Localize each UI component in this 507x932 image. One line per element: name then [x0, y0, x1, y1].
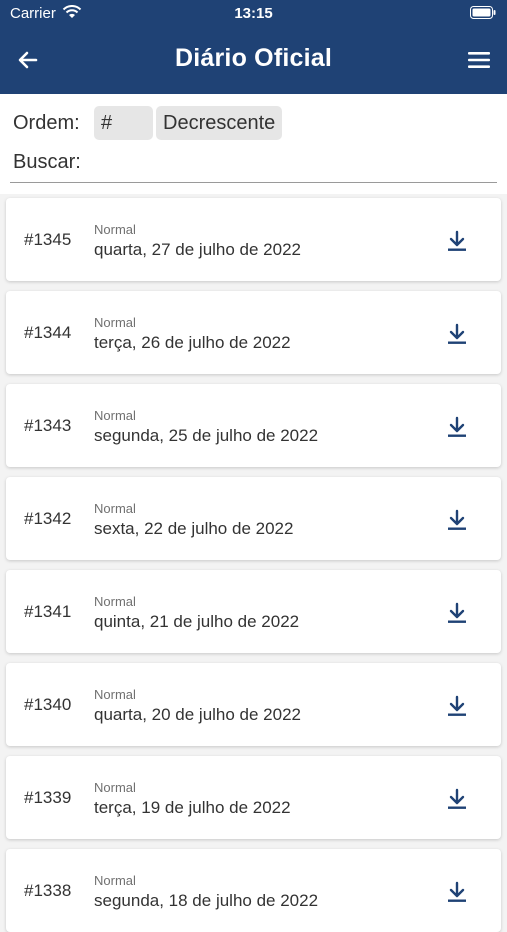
- edition-number: #1343: [24, 416, 72, 435]
- app-bar: Carrier 13:15 Diário Oficial: [0, 0, 507, 94]
- page-title: Diário Oficial: [174, 44, 332, 72]
- order-direction-select[interactable]: Decrescente: [156, 106, 283, 140]
- order-field-select[interactable]: #: [94, 106, 153, 140]
- edition-number: #1342: [24, 509, 72, 528]
- edition-number: #1338: [24, 881, 72, 900]
- status-bar: Carrier 13:15: [0, 0, 507, 28]
- edition-date: terça, 26 de julho de 2022: [94, 333, 291, 352]
- list-item[interactable]: #1343 Normal segunda, 25 de julho de 202…: [6, 384, 501, 467]
- clock: 13:15: [234, 5, 273, 22]
- download-icon[interactable]: [446, 602, 468, 624]
- download-icon[interactable]: [446, 230, 468, 252]
- search-underline: [10, 182, 497, 183]
- edition-number: #1339: [24, 788, 72, 807]
- search-label: Buscar:: [13, 151, 81, 173]
- download-icon[interactable]: [446, 323, 468, 345]
- edition-type: Normal: [94, 315, 136, 330]
- edition-date: quarta, 20 de julho de 2022: [94, 705, 302, 724]
- edition-number: #1341: [24, 602, 72, 621]
- edition-type: Normal: [94, 780, 136, 795]
- edition-date: quinta, 21 de julho de 2022: [94, 612, 300, 631]
- download-icon[interactable]: [446, 509, 468, 531]
- edition-type: Normal: [94, 222, 136, 237]
- list-item[interactable]: #1342 Normal sexta, 22 de julho de 2022: [6, 477, 501, 560]
- edition-date: quarta, 27 de julho de 2022: [94, 240, 302, 259]
- list-item[interactable]: #1338 Normal segunda, 18 de julho de 202…: [6, 849, 501, 932]
- list-item[interactable]: #1345 Normal quarta, 27 de julho de 2022: [6, 198, 501, 281]
- edition-number: #1345: [24, 230, 72, 249]
- edition-number: #1340: [24, 695, 72, 714]
- edition-date: terça, 19 de julho de 2022: [94, 798, 291, 817]
- list-item[interactable]: #1341 Normal quinta, 21 de julho de 2022: [6, 570, 501, 653]
- filter-panel: Ordem: # Decrescente Buscar:: [0, 94, 507, 194]
- edition-date: segunda, 18 de julho de 2022: [94, 891, 319, 910]
- edition-type: Normal: [94, 594, 136, 609]
- download-icon[interactable]: [446, 416, 468, 438]
- list-item[interactable]: #1340 Normal quarta, 20 de julho de 2022: [6, 663, 501, 746]
- list-item[interactable]: #1344 Normal terça, 26 de julho de 2022: [6, 291, 501, 374]
- edition-type: Normal: [94, 408, 136, 423]
- search-input[interactable]: [90, 148, 494, 180]
- edition-type: Normal: [94, 873, 136, 888]
- list-item[interactable]: #1339 Normal terça, 19 de julho de 2022: [6, 756, 501, 839]
- download-icon[interactable]: [446, 695, 468, 717]
- battery-icon: [470, 6, 496, 19]
- edition-number: #1344: [24, 323, 72, 342]
- edition-date: sexta, 22 de julho de 2022: [94, 519, 294, 538]
- download-icon[interactable]: [446, 788, 468, 810]
- edition-date: segunda, 25 de julho de 2022: [94, 426, 319, 445]
- edition-type: Normal: [94, 501, 136, 516]
- hamburger-menu-icon[interactable]: [467, 50, 491, 70]
- edition-type: Normal: [94, 687, 136, 702]
- order-label: Ordem:: [13, 112, 80, 134]
